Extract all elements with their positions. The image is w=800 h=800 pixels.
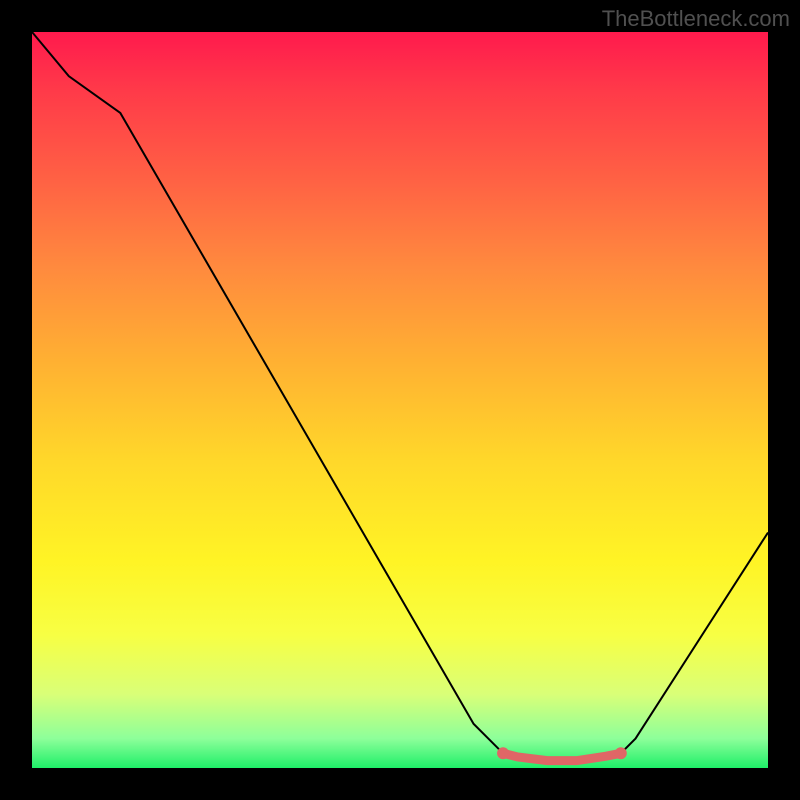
watermark-text: TheBottleneck.com: [602, 6, 790, 32]
highlight-end-dot: [615, 747, 627, 759]
chart-container: TheBottleneck.com: [0, 0, 800, 800]
curve-svg: [32, 32, 768, 768]
highlight-end-dot: [497, 747, 509, 759]
highlight-curve: [503, 753, 621, 760]
bottleneck-curve: [32, 32, 768, 761]
plot-area: [32, 32, 768, 768]
